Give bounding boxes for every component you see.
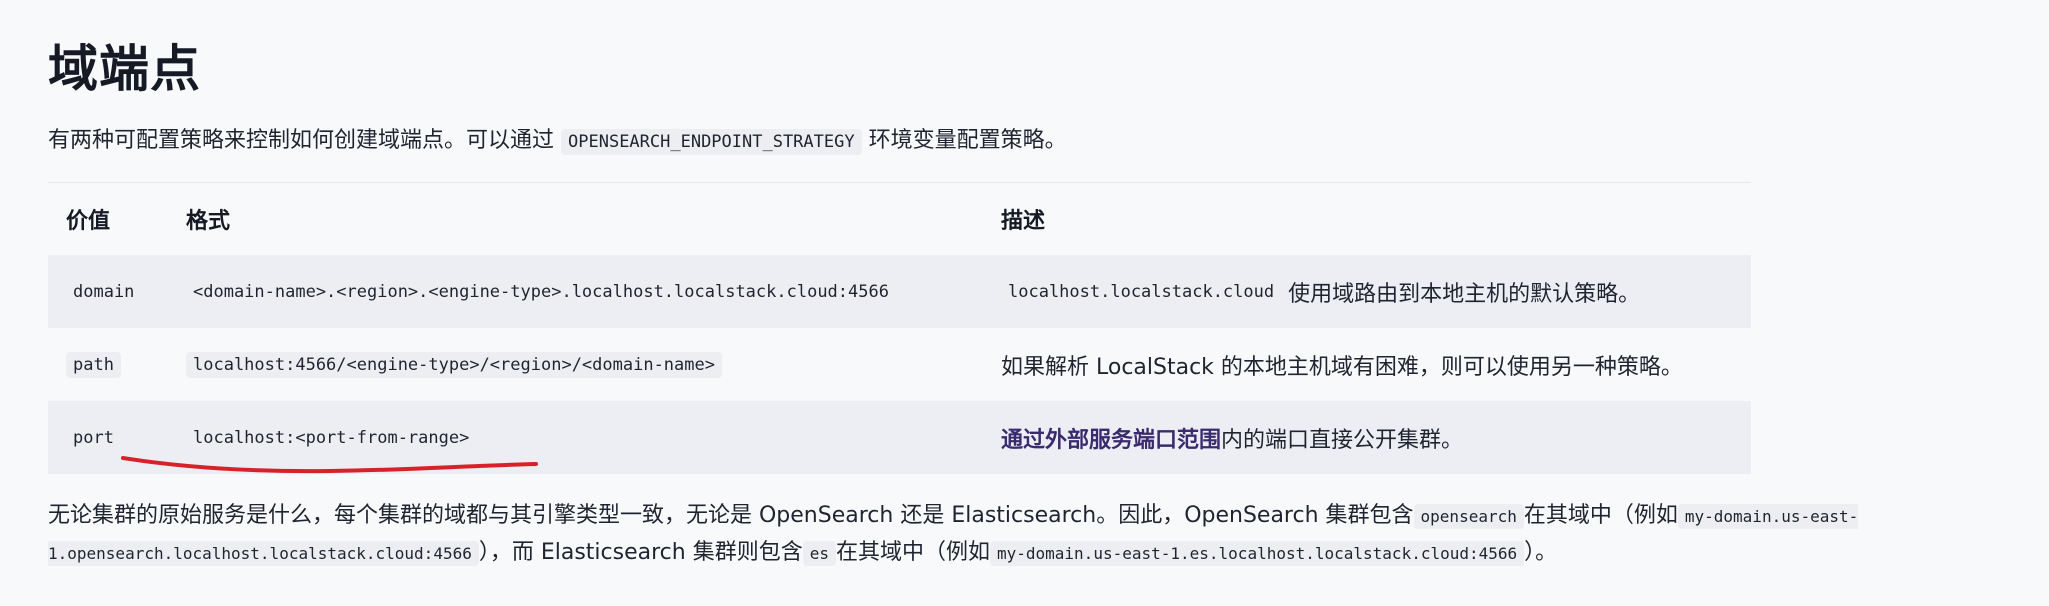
table-row: domain <domain-name>.<region>.<engine-ty… [48, 255, 1751, 328]
description-code: localhost.localstack.cloud [1001, 278, 1282, 305]
format-code: localhost:4566/<engine-type>/<region>/<d… [186, 351, 722, 378]
intro-text-after: 环境变量配置策略。 [868, 128, 1067, 153]
es-domain-example-code: my-domain.us-east-1.es.localhost.localst… [989, 541, 1525, 566]
table-header-row: 价值 格式 描述 [48, 183, 1751, 255]
endpoint-strategy-table: 价值 格式 描述 domain <domain-name>.<region>.<… [48, 182, 1751, 474]
outro-text: ），而 Elasticsearch 集群则包含 [478, 540, 803, 565]
header-format: 格式 [186, 209, 231, 234]
description-text: 如果解析 LocalStack 的本地主机域有困难，则可以使用另一种策略。 [1001, 354, 1683, 380]
value-code: port [66, 424, 121, 451]
outro-text: 无论集群的原始服务是什么，每个集群的域都与其引擎类型一致，无论是 OpenSea… [48, 503, 1414, 528]
red-underline-annotation [121, 456, 538, 474]
es-code: es [802, 541, 836, 566]
page-title: 域端点 [48, 40, 201, 98]
value-code: path [66, 351, 121, 378]
intro-paragraph: 有两种可配置策略来控制如何创建域端点。可以通过 OPENSEARCH_ENDPO… [48, 124, 1067, 159]
table-row: path localhost:4566/<engine-type>/<regio… [48, 328, 1751, 401]
outro-text: 在其域中（例如 [1523, 503, 1678, 528]
external-service-port-range-link[interactable]: 通过外部服务端口范围 [1001, 422, 1221, 454]
description-text: 使用域路由到本地主机的默认策略。 [1288, 281, 1641, 307]
header-description: 描述 [1001, 209, 1046, 234]
intro-env-var-code: OPENSEARCH_ENDPOINT_STRATEGY [561, 129, 862, 155]
format-code: <domain-name>.<region>.<engine-type>.loc… [186, 278, 896, 305]
opensearch-code: opensearch [1413, 504, 1524, 529]
outro-paragraph: 无论集群的原始服务是什么，每个集群的域都与其引擎类型一致，无论是 OpenSea… [48, 498, 2008, 572]
outro-text: 在其域中（例如 [835, 540, 990, 565]
outro-text: ）。 [1524, 540, 1558, 565]
format-code: localhost:<port-from-range> [186, 424, 477, 451]
description-text: 内的端口直接公开集群。 [1221, 427, 1464, 453]
value-code: domain [66, 278, 142, 305]
intro-text-before: 有两种可配置策略来控制如何创建域端点。可以通过 [48, 128, 555, 153]
header-value: 价值 [66, 209, 111, 234]
